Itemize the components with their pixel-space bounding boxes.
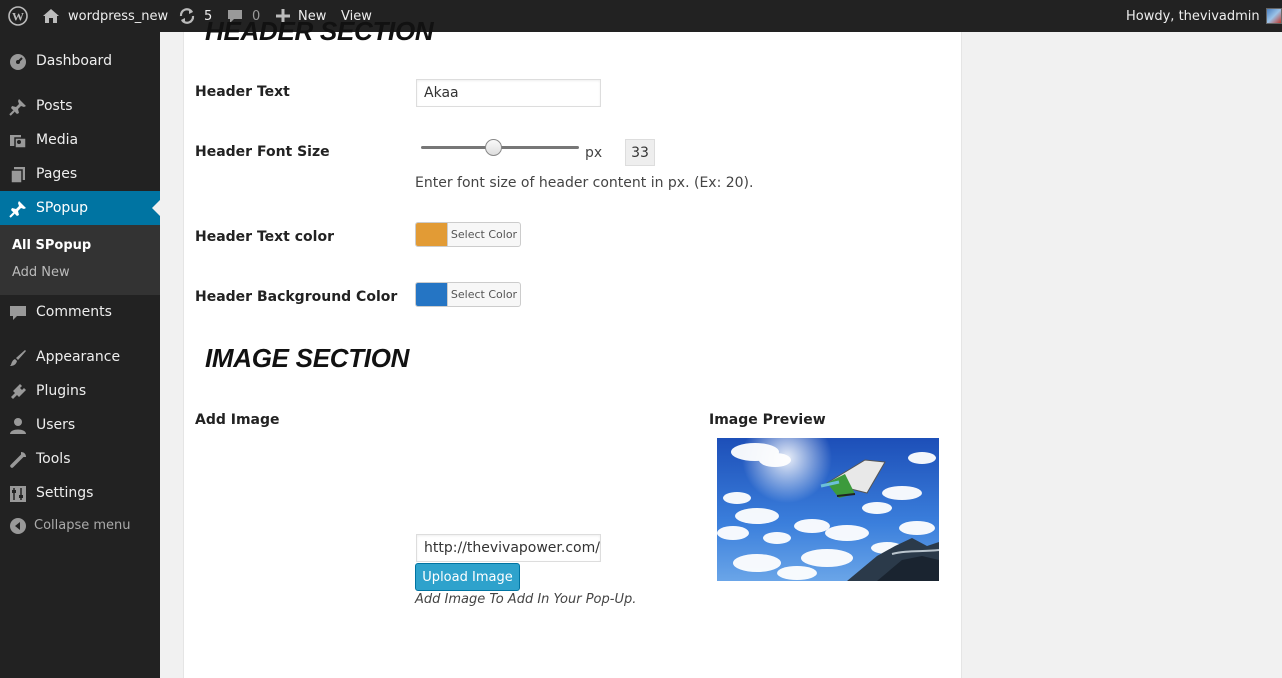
greeting: Howdy, thevivadmin xyxy=(1126,8,1260,24)
settings-icon xyxy=(9,485,27,503)
wrench-icon xyxy=(9,451,27,469)
sidebar-item-label: Appearance xyxy=(36,349,121,365)
svg-text:W: W xyxy=(12,10,24,24)
sidebar-item-label: Posts xyxy=(36,98,73,114)
text-color-swatch xyxy=(416,223,447,246)
sidebar-item-label: Settings xyxy=(36,485,94,501)
sidebar-item-label: Dashboard xyxy=(36,53,112,69)
avatar xyxy=(1265,8,1282,24)
sidebar-item-plugins[interactable]: Plugins xyxy=(0,374,160,408)
sidebar-item-appearance[interactable]: Appearance xyxy=(0,340,160,374)
sidebar-item-label: SPopup xyxy=(36,200,89,216)
account-menu[interactable]: Howdy, thevivadmin xyxy=(1126,0,1282,32)
brush-icon xyxy=(9,349,27,367)
pin-icon xyxy=(9,98,27,116)
header-text-label: Header Text xyxy=(195,84,290,100)
header-bg-color-picker[interactable]: Select Color xyxy=(415,282,521,307)
spopup-submenu: All SPopup Add New xyxy=(0,225,160,295)
updates-icon xyxy=(178,7,196,25)
site-name: wordpress_new xyxy=(68,8,169,24)
header-font-size-label: Header Font Size xyxy=(195,144,330,160)
submenu-item-add-new[interactable]: Add New xyxy=(12,265,70,280)
header-text-color-label: Header Text color xyxy=(195,229,334,245)
pin-icon xyxy=(9,200,27,218)
sidebar-item-pages[interactable]: Pages xyxy=(0,157,160,191)
collapse-icon xyxy=(10,518,26,538)
admin-bar: W wordpress_new 5 0 New View Howdy, thev… xyxy=(0,0,1282,32)
sidebar-item-settings[interactable]: Settings xyxy=(0,476,160,510)
home-icon xyxy=(42,8,60,24)
select-color-button[interactable]: Select Color xyxy=(447,283,520,306)
admin-sidebar: Dashboard Posts Media Pages SPopup All S… xyxy=(0,32,160,678)
upload-image-button[interactable]: Upload Image xyxy=(415,563,520,591)
plugin-icon xyxy=(9,383,27,401)
collapse-menu-button[interactable]: Collapse menu xyxy=(0,516,160,538)
image-preview-label: Image Preview xyxy=(709,412,826,428)
sidebar-item-dashboard[interactable]: Dashboard xyxy=(0,44,160,78)
sidebar-item-spopup[interactable]: SPopup xyxy=(0,191,160,225)
header-text-input[interactable]: Akaa xyxy=(416,79,601,107)
sidebar-item-media[interactable]: Media xyxy=(0,123,160,157)
font-size-unit: px xyxy=(585,145,603,161)
site-name-link[interactable]: wordpress_new xyxy=(42,0,168,32)
media-icon xyxy=(9,132,27,150)
submenu-item-all-spopup[interactable]: All SPopup xyxy=(12,238,91,253)
image-preview xyxy=(717,438,939,581)
header-bg-color-label: Header Background Color xyxy=(195,289,398,305)
sidebar-item-posts[interactable]: Posts xyxy=(0,89,160,123)
image-url-input[interactable]: http://thevivapower.com/wp xyxy=(416,534,601,562)
select-color-button[interactable]: Select Color xyxy=(447,223,520,246)
sidebar-item-label: Tools xyxy=(36,451,71,467)
bg-color-swatch xyxy=(416,283,447,306)
dashboard-icon xyxy=(9,53,27,71)
sidebar-item-label: Users xyxy=(36,417,76,433)
font-size-slider-handle[interactable] xyxy=(485,139,502,156)
sidebar-item-comments[interactable]: Comments xyxy=(0,295,160,329)
sidebar-item-label: Comments xyxy=(36,304,112,320)
pages-icon xyxy=(9,166,27,184)
user-icon xyxy=(9,417,27,435)
image-section-title: IMAGE SECTION xyxy=(205,343,410,373)
font-size-description: Enter font size of header content in px.… xyxy=(415,175,754,191)
add-image-label: Add Image xyxy=(195,412,280,428)
sidebar-item-users[interactable]: Users xyxy=(0,408,160,442)
sidebar-item-label: Pages xyxy=(36,166,78,182)
sidebar-item-tools[interactable]: Tools xyxy=(0,442,160,476)
font-size-value: 33 xyxy=(625,139,655,166)
comment-icon xyxy=(9,304,27,322)
sidebar-item-label: Media xyxy=(36,132,79,148)
sidebar-item-label: Plugins xyxy=(36,383,87,399)
collapse-label: Collapse menu xyxy=(34,518,131,533)
header-text-color-picker[interactable]: Select Color xyxy=(415,222,521,247)
wordpress-logo-icon[interactable]: W xyxy=(8,0,28,32)
header-section-title: HEADER SECTION xyxy=(205,16,434,46)
upload-hint: Add Image To Add In Your Pop-Up. xyxy=(415,592,637,607)
